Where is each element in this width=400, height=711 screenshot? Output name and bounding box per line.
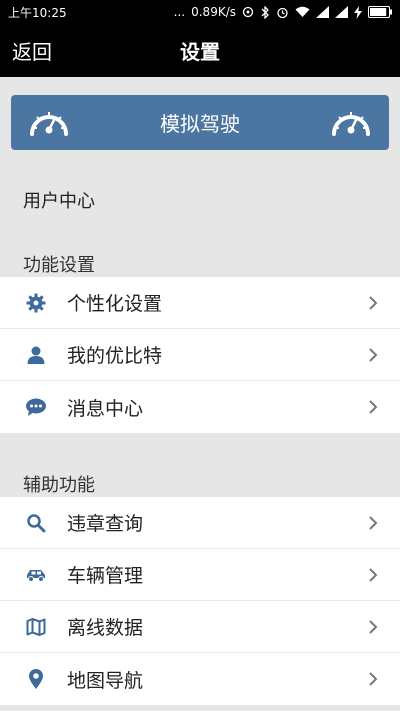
function-settings-list: 个性化设置 我的优比特 消息中心 bbox=[0, 277, 400, 433]
list-item-violation-query[interactable]: 违章查询 bbox=[0, 497, 400, 549]
status-dots: ... bbox=[173, 5, 186, 19]
gear-icon bbox=[24, 291, 48, 315]
wifi-icon bbox=[295, 6, 310, 18]
list-item-label: 个性化设置 bbox=[67, 293, 163, 315]
person-icon bbox=[24, 343, 48, 367]
chevron-right-icon bbox=[369, 672, 378, 686]
section-title-aux-functions: 辅助功能 bbox=[23, 475, 95, 496]
list-item-vehicle-management[interactable]: 车辆管理 bbox=[0, 549, 400, 601]
car-icon bbox=[24, 563, 48, 587]
banner-label: 模拟驾驶 bbox=[160, 112, 240, 136]
bottom-band bbox=[0, 706, 400, 711]
chevron-right-icon bbox=[369, 567, 378, 582]
status-bar: 上午10:25 ... 0.89K/s bbox=[0, 0, 400, 24]
chevron-right-icon bbox=[369, 619, 378, 634]
bluetooth-icon bbox=[260, 5, 270, 19]
section-title-function-settings: 功能设置 bbox=[23, 255, 95, 276]
signal-icon bbox=[316, 6, 329, 18]
alarm-icon bbox=[276, 6, 289, 19]
list-item-offline-data[interactable]: 离线数据 bbox=[0, 601, 400, 653]
page-title: 设置 bbox=[180, 40, 220, 64]
chevron-right-icon bbox=[369, 400, 378, 414]
list-item-label: 我的优比特 bbox=[67, 345, 163, 367]
message-icon bbox=[24, 395, 48, 419]
chevron-right-icon bbox=[369, 515, 378, 530]
list-item-message-center[interactable]: 消息中心 bbox=[0, 381, 400, 433]
list-item-label: 离线数据 bbox=[67, 617, 144, 639]
list-item-label: 违章查询 bbox=[67, 513, 144, 535]
list-item-label: 消息中心 bbox=[67, 397, 144, 420]
list-item-personalization[interactable]: 个性化设置 bbox=[0, 277, 400, 329]
list-item-map-navigation[interactable]: 地图导航 bbox=[0, 653, 400, 705]
location-pin-icon bbox=[24, 667, 48, 691]
aux-functions-list: 违章查询 车辆管理 离线数据 地图导航 bbox=[0, 497, 400, 705]
simulated-driving-button[interactable]: 模拟驾驶 bbox=[11, 95, 389, 150]
title-bar: 返回 设置 bbox=[0, 24, 400, 77]
list-item-label: 车辆管理 bbox=[67, 565, 144, 587]
chevron-right-icon bbox=[369, 347, 378, 362]
list-item-label: 地图导航 bbox=[67, 669, 144, 692]
map-icon bbox=[24, 615, 48, 639]
network-speed: 0.89K/s bbox=[191, 5, 236, 19]
list-item-my-ubt[interactable]: 我的优比特 bbox=[0, 329, 400, 381]
speedometer-icon-right bbox=[332, 112, 370, 136]
user-center-item[interactable]: 用户中心 bbox=[23, 187, 95, 213]
battery-icon bbox=[368, 6, 392, 18]
nfc-icon bbox=[242, 6, 254, 18]
speedometer-icon bbox=[30, 112, 68, 136]
chevron-right-icon bbox=[369, 295, 378, 310]
signal-icon-2 bbox=[335, 6, 348, 18]
search-icon bbox=[24, 511, 48, 535]
status-time: 上午10:25 bbox=[8, 5, 67, 20]
status-indicators: ... 0.89K/s bbox=[174, 5, 392, 19]
charging-icon bbox=[354, 5, 362, 19]
